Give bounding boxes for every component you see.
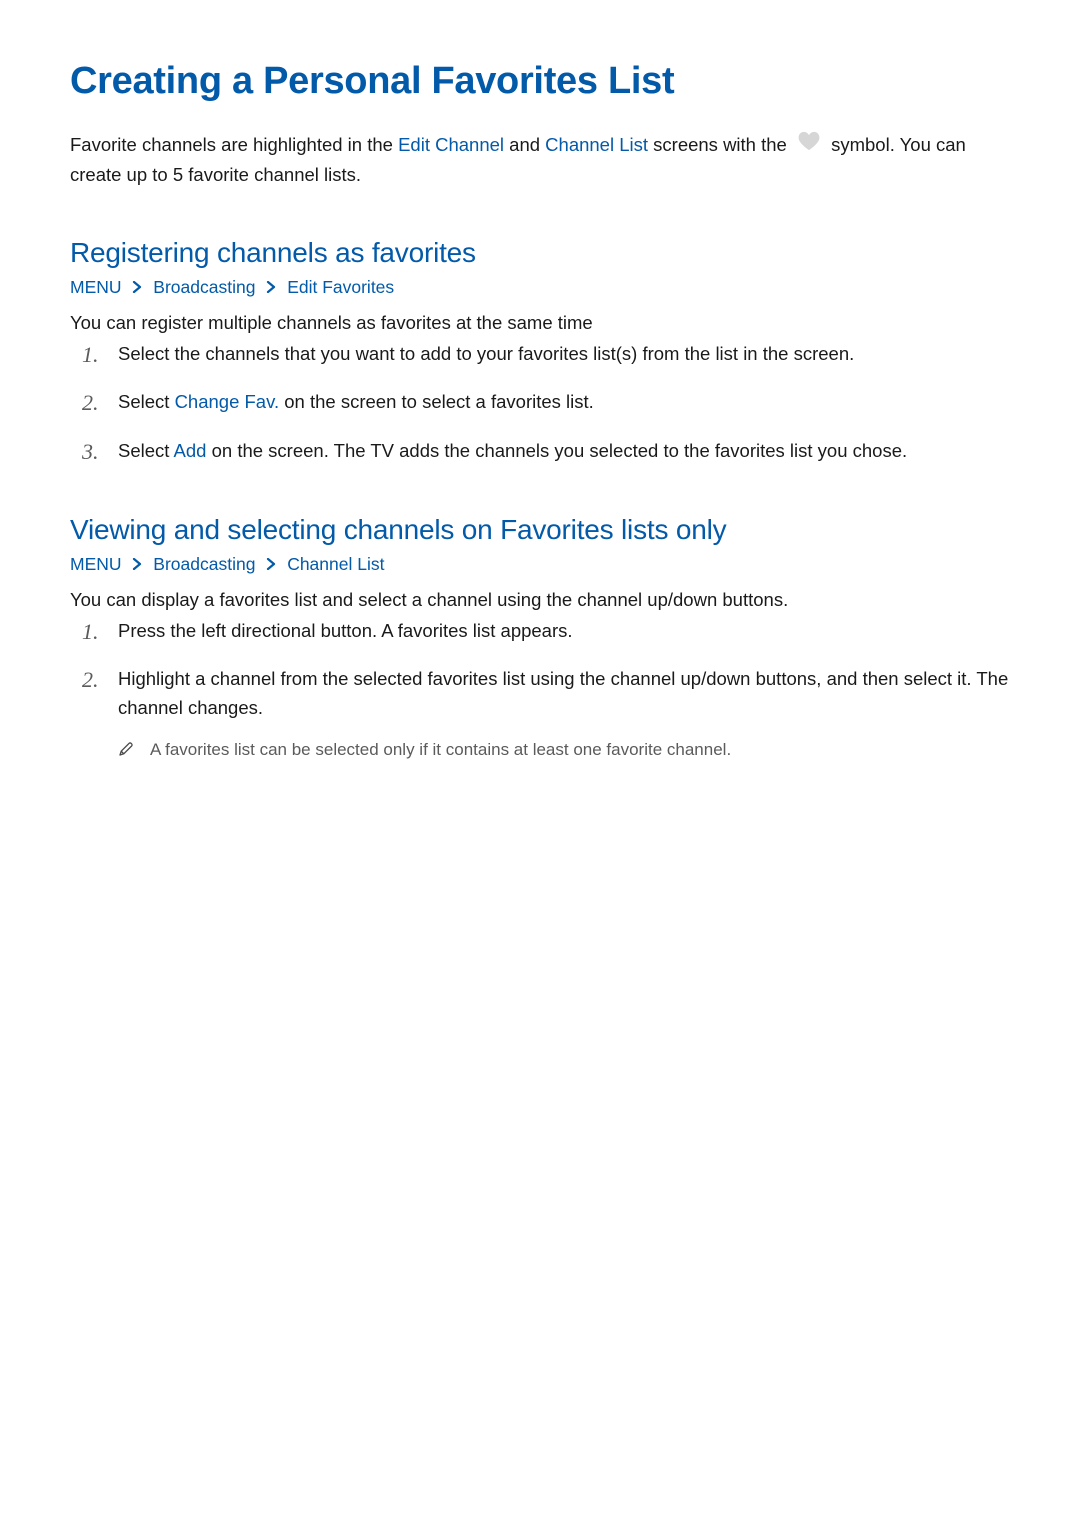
breadcrumb-broadcasting: Broadcasting <box>153 277 255 297</box>
chevron-right-icon <box>266 277 276 298</box>
step-item: Select Change Fav. on the screen to sele… <box>118 388 1010 417</box>
step-text: Press the left directional button. A fav… <box>118 620 573 641</box>
breadcrumb-1: MENU Broadcasting Edit Favorites <box>70 277 1010 300</box>
intro-paragraph: Favorite channels are highlighted in the… <box>70 131 1010 189</box>
channel-list-link: Channel List <box>545 134 648 155</box>
chevron-right-icon <box>132 277 142 298</box>
breadcrumb-edit-favorites: Edit Favorites <box>287 277 394 297</box>
section2-lead: You can display a favorites list and sel… <box>70 589 1010 611</box>
step-prefix: Select <box>118 391 175 412</box>
section2-title: Viewing and selecting channels on Favori… <box>70 514 1010 546</box>
chevron-right-icon <box>132 554 142 575</box>
intro-text-1: Favorite channels are highlighted in the <box>70 134 398 155</box>
step-item: Select the channels that you want to add… <box>118 340 1010 369</box>
breadcrumb-2: MENU Broadcasting Channel List <box>70 554 1010 577</box>
intro-text-and: and <box>504 134 545 155</box>
note-text: A favorites list can be selected only if… <box>150 737 731 763</box>
breadcrumb-menu: MENU <box>70 277 122 297</box>
chevron-right-icon <box>266 554 276 575</box>
section1-title: Registering channels as favorites <box>70 237 1010 269</box>
step-suffix: on the screen. The TV adds the channels … <box>206 440 907 461</box>
step-item: Select Add on the screen. The TV adds th… <box>118 437 1010 466</box>
pencil-icon <box>118 739 134 765</box>
section1-lead: You can register multiple channels as fa… <box>70 312 1010 334</box>
intro-text-2: screens with the <box>648 134 792 155</box>
step-suffix: on the screen to select a favorites list… <box>279 391 594 412</box>
section2-steps: Press the left directional button. A fav… <box>70 617 1010 765</box>
breadcrumb-menu: MENU <box>70 554 122 574</box>
step-item: Press the left directional button. A fav… <box>118 617 1010 646</box>
breadcrumb-channel-list: Channel List <box>287 554 384 574</box>
step-text: Highlight a channel from the selected fa… <box>118 668 1008 718</box>
add-link: Add <box>174 440 207 461</box>
edit-channel-link: Edit Channel <box>398 134 504 155</box>
section1-steps: Select the channels that you want to add… <box>70 340 1010 466</box>
step-prefix: Select <box>118 440 174 461</box>
breadcrumb-broadcasting: Broadcasting <box>153 554 255 574</box>
change-fav-link: Change Fav. <box>175 391 280 412</box>
page-title: Creating a Personal Favorites List <box>70 60 1010 103</box>
heart-icon <box>798 131 820 159</box>
note: A favorites list can be selected only if… <box>118 737 1010 765</box>
step-item: Highlight a channel from the selected fa… <box>118 665 1010 765</box>
step-text: Select the channels that you want to add… <box>118 343 854 364</box>
